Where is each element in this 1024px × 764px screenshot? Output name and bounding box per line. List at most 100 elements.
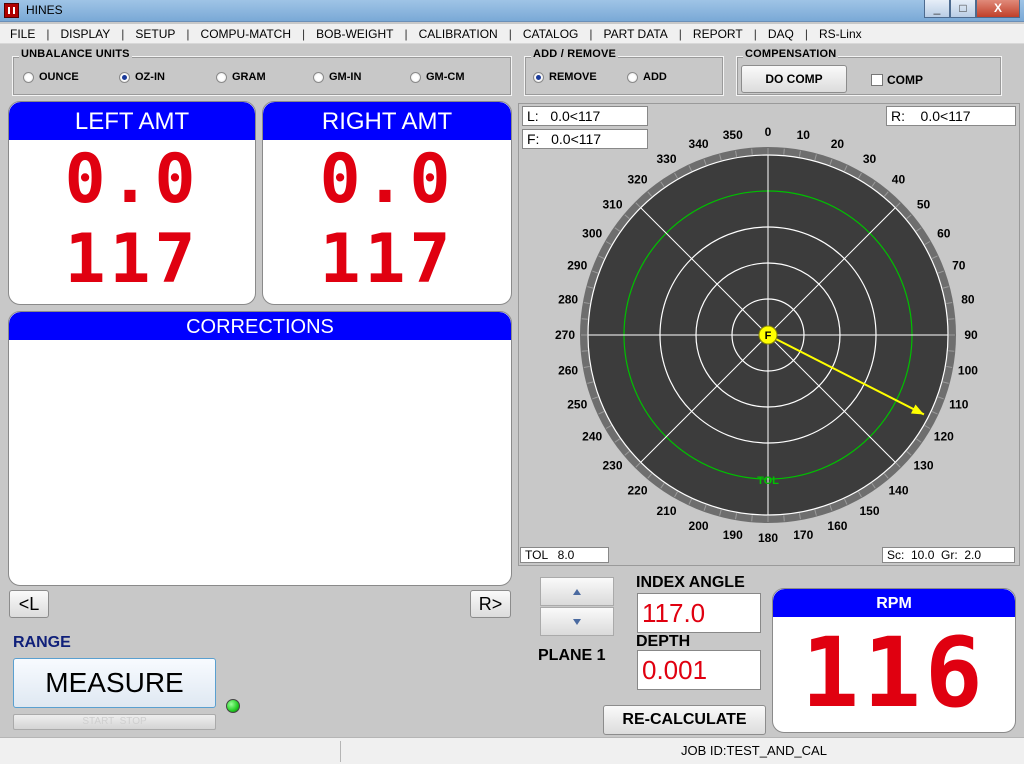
angle-label: 240 <box>582 430 602 444</box>
comp-checkbox[interactable]: COMP <box>871 73 923 87</box>
radio-indicator <box>410 71 421 83</box>
right-amt-panel: RIGHT AMT 0.0 117 <box>262 101 512 305</box>
menu-display[interactable]: DISPLAY <box>60 27 110 41</box>
up-arrow-icon <box>573 588 581 595</box>
angle-label: 330 <box>656 152 676 166</box>
title-bar: HINES _ □ X <box>0 0 1024 22</box>
angle-label: 260 <box>558 363 578 377</box>
rpm-panel: RPM 116 <box>772 588 1016 733</box>
menu-separator: | <box>404 26 408 41</box>
angle-label: 310 <box>602 198 622 212</box>
menu-daq[interactable]: DAQ <box>768 27 794 41</box>
compensation-title: COMPENSATION <box>743 48 839 60</box>
maximize-button[interactable]: □ <box>950 0 976 18</box>
left-amt-title: LEFT AMT <box>9 102 255 140</box>
radio-indicator-selected <box>119 71 130 83</box>
angle-label: 120 <box>934 430 954 444</box>
angle-label: 280 <box>558 293 578 307</box>
index-angle-label: INDEX ANGLE <box>636 574 745 591</box>
next-right-button[interactable]: R> <box>470 590 511 618</box>
right-amt-angle: 117 <box>319 220 455 299</box>
left-amt-angle: 117 <box>64 220 200 299</box>
compensation-group: COMPENSATION DO COMP COMP <box>736 48 1002 96</box>
angle-label: 250 <box>567 397 587 411</box>
corrections-title: CORRECTIONS <box>9 312 511 340</box>
menu-catalog[interactable]: CATALOG <box>523 27 579 41</box>
menu-separator: | <box>678 26 682 41</box>
bezel-tick <box>948 318 955 320</box>
radio-label-oz-in: OZ-IN <box>135 71 165 83</box>
job-id: JOB ID:TEST_AND_CAL <box>340 741 1024 762</box>
radio-indicator-selected <box>533 71 544 83</box>
angle-label: 230 <box>602 458 622 472</box>
menu-bob-weight[interactable]: BOB-WEIGHT <box>316 27 393 41</box>
f-marker-label: F <box>765 330 772 342</box>
radio-gram[interactable]: GRAM <box>216 71 266 83</box>
menu-separator: | <box>753 26 757 41</box>
angle-label: 130 <box>913 458 933 472</box>
menu-rs-linx[interactable]: RS-Linx <box>819 27 862 41</box>
menu-part-data[interactable]: PART DATA <box>604 27 668 41</box>
menu-calibration[interactable]: CALIBRATION <box>419 27 498 41</box>
radio-gm-in[interactable]: GM-IN <box>313 71 361 83</box>
angle-label: 200 <box>689 519 709 533</box>
bezel-tick <box>751 515 753 522</box>
radio-indicator <box>627 71 638 83</box>
angle-label: 0 <box>765 125 772 139</box>
unbalance-units-group: UNBALANCE UNITS OUNCE OZ-IN GRAM GM-IN G… <box>12 48 512 96</box>
prev-left-button[interactable]: <L <box>9 590 49 618</box>
recalculate-button[interactable]: RE-CALCULATE <box>603 705 766 735</box>
angle-label: 40 <box>892 172 906 186</box>
menu-bar: FILE | DISPLAY | SETUP | COMPU-MATCH | B… <box>0 24 1024 44</box>
menu-separator: | <box>804 26 808 41</box>
radio-indicator <box>23 71 34 83</box>
radio-gm-cm[interactable]: GM-CM <box>410 71 465 83</box>
app-logo-icon <box>4 3 19 18</box>
corrections-list <box>9 340 511 585</box>
rpm-value: 116 <box>801 617 987 729</box>
radio-add[interactable]: ADD <box>627 71 667 83</box>
measure-sub-button[interactable]: START STOP <box>13 714 216 730</box>
polar-plot-panel: L: 0.0<117 F: 0.0<117 R: 0.0<117 0 10 20 30… <box>518 103 1020 566</box>
unbalance-units-title: UNBALANCE UNITS <box>19 48 132 60</box>
angle-label: 300 <box>582 227 602 241</box>
radio-ounce[interactable]: OUNCE <box>23 71 79 83</box>
menu-separator: | <box>589 26 593 41</box>
angle-label: 340 <box>689 137 709 151</box>
index-angle-field[interactable]: 117.0 <box>637 593 761 633</box>
bezel-tick <box>751 148 753 155</box>
radio-label-gm-in: GM-IN <box>329 71 362 83</box>
angle-label: 30 <box>863 152 877 166</box>
menu-setup[interactable]: SETUP <box>135 27 175 41</box>
radio-indicator <box>216 71 227 83</box>
corrections-panel: CORRECTIONS <box>8 311 512 586</box>
menu-report[interactable]: REPORT <box>693 27 743 41</box>
angle-label: 10 <box>797 128 811 142</box>
plane-up-button[interactable] <box>540 577 614 606</box>
status-bar: JOB ID:TEST_AND_CAL <box>0 737 1024 764</box>
depth-label: DEPTH <box>636 633 691 650</box>
angle-label: 210 <box>656 504 676 518</box>
angle-label: 220 <box>627 484 647 498</box>
do-comp-button[interactable]: DO COMP <box>741 65 847 93</box>
bezel-tick <box>948 350 955 352</box>
angle-label: 70 <box>952 259 966 273</box>
angle-label: 80 <box>961 293 975 307</box>
close-button[interactable]: X <box>976 0 1020 18</box>
range-label: RANGE <box>13 634 71 651</box>
add-remove-group: ADD / REMOVE REMOVE ADD <box>524 48 724 96</box>
menu-file[interactable]: FILE <box>10 27 35 41</box>
plane-down-button[interactable] <box>540 607 614 636</box>
rpm-title: RPM <box>773 589 1015 617</box>
minimize-button[interactable]: _ <box>924 0 950 18</box>
radio-remove[interactable]: REMOVE <box>533 71 597 83</box>
depth-field[interactable]: 0.001 <box>637 650 761 690</box>
measure-button[interactable]: MEASURE <box>13 658 216 708</box>
radio-label-gm-cm: GM-CM <box>426 71 465 83</box>
radio-label-add: ADD <box>643 71 667 83</box>
right-amt-amount: 0.0 <box>319 140 455 219</box>
angle-label: 140 <box>888 484 908 498</box>
menu-compu-match[interactable]: COMPU-MATCH <box>201 27 291 41</box>
radio-oz-in[interactable]: OZ-IN <box>119 71 165 83</box>
bezel-tick <box>581 350 588 352</box>
